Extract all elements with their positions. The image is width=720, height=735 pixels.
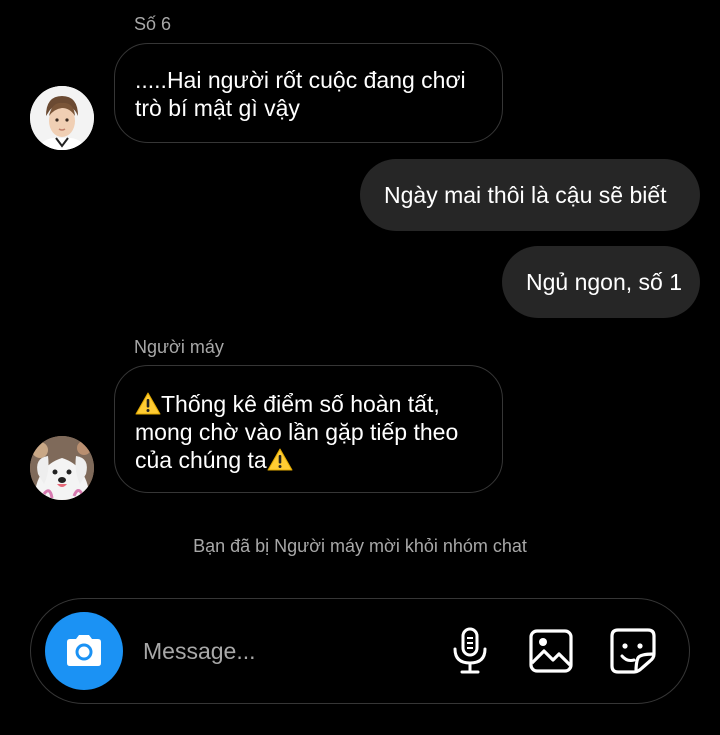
message-text: mong chờ vào lần gặp tiếp theo [135, 419, 459, 445]
message-input[interactable] [143, 632, 423, 670]
warning-icon [267, 448, 293, 471]
microphone-icon [453, 627, 487, 674]
message-text: Ngày mai thôi là cậu sẽ biết [384, 182, 667, 208]
message-line: của chúng ta [135, 446, 482, 474]
system-notice: Bạn đã bị Người máy mời khỏi nhóm chat [193, 536, 527, 556]
sender-name: Người máy [134, 337, 224, 357]
gallery-icon [529, 629, 573, 673]
message-text: Ngủ ngon, số 1 [526, 269, 683, 295]
message-text: .....Hai người rốt cuộc đang chơi [135, 67, 466, 93]
warning-icon [135, 392, 161, 415]
camera-icon [67, 635, 101, 666]
message-line: Thống kê điểm số hoàn tất, [135, 390, 482, 418]
message-composer [30, 598, 690, 704]
voice-message-button[interactable] [445, 626, 495, 676]
message-text: trò bí mật gì vậy [135, 95, 300, 121]
avatar[interactable] [30, 436, 94, 500]
incoming-message-bubble[interactable]: .....Hai người rốt cuộc đang chơi trò bí… [114, 43, 503, 143]
sender-name: Số 6 [134, 14, 172, 34]
sticker-button[interactable] [608, 626, 658, 676]
incoming-message-bubble[interactable]: Thống kê điểm số hoàn tất, mong chờ vào … [114, 365, 503, 493]
user-photo [30, 86, 94, 150]
avatar[interactable] [30, 86, 94, 150]
message-text: của chúng ta [135, 447, 267, 473]
bot-photo [30, 436, 94, 500]
message-text: Thống kê điểm số hoàn tất, [161, 391, 440, 417]
outgoing-message-bubble[interactable]: Ngủ ngon, số 1 [502, 246, 700, 318]
outgoing-message-bubble[interactable]: Ngày mai thôi là cậu sẽ biết [360, 159, 700, 231]
sticker-icon [610, 628, 656, 674]
camera-button[interactable] [45, 612, 123, 690]
gallery-button[interactable] [526, 626, 576, 676]
